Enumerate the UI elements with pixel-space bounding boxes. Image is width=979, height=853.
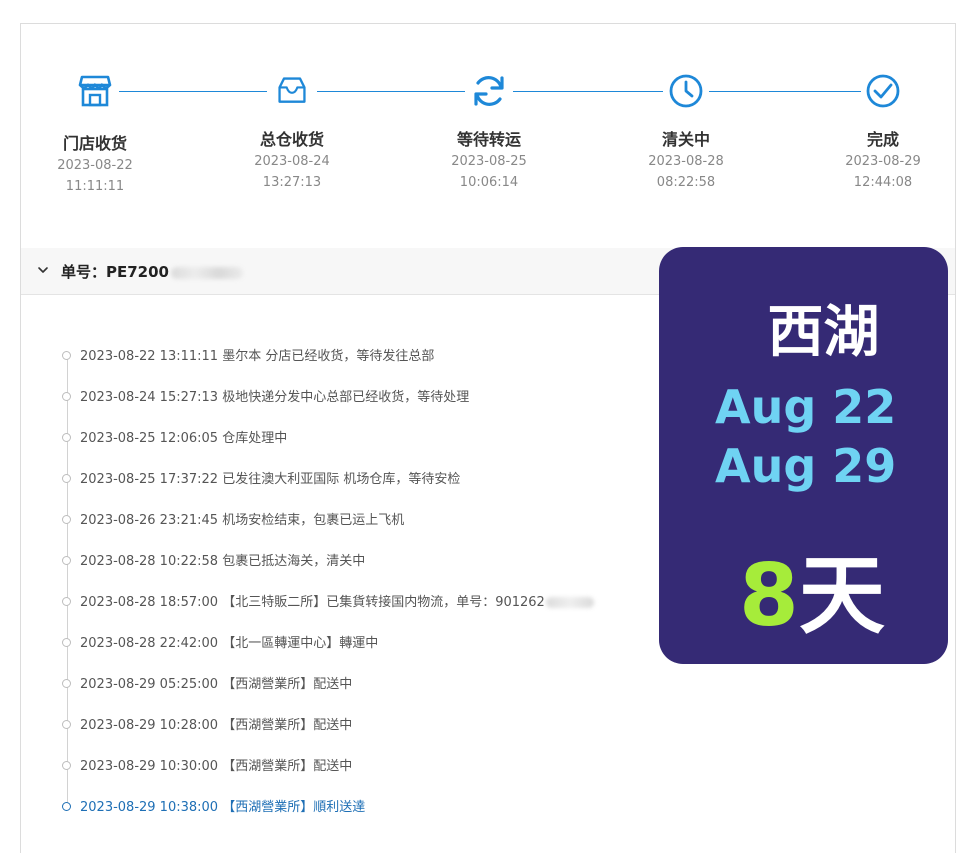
step-time: 08:22:58 (656, 175, 716, 190)
step-time: 13:27:13 (262, 175, 322, 190)
step-label: 等待转运 (456, 130, 521, 149)
refresh-icon (474, 76, 504, 106)
timeline-dot (62, 515, 71, 524)
timeline-event: 2023-08-28 22:42:00 【北一區轉運中心】轉運中 (21, 631, 661, 655)
timeline-event: 2023-08-29 10:30:00 【西湖營業所】配送中 (21, 754, 661, 778)
event-text: 2023-08-28 18:57:00 【北三特販二所】已集貨转接国内物流，单号… (80, 591, 594, 610)
event-text-content: 2023-08-28 18:57:00 【北三特販二所】已集貨转接国内物流，单号… (80, 595, 545, 610)
timeline-dot (62, 761, 71, 770)
badge-start-date: Aug 22 (715, 380, 897, 434)
event-text: 2023-08-25 17:37:22 已发往澳大利亚国际 机场仓库，等待安检 (80, 472, 461, 487)
event-text: 2023-08-29 10:30:00 【西湖營業所】配送中 (80, 759, 353, 774)
event-text: 2023-08-22 13:11:11 墨尔本 分店已经收货，等待发往总部 (80, 349, 435, 364)
step-date: 2023-08-29 (845, 154, 921, 169)
event-text: 2023-08-29 10:38:00 【西湖營業所】順利送達 (80, 800, 366, 815)
redacted-text (545, 597, 594, 608)
timeline-event: 2023-08-24 15:27:13 极地快递分发中心总部已经收货，等待处理 (21, 385, 661, 409)
chevron-down-icon[interactable] (36, 263, 50, 277)
event-text: 2023-08-26 23:21:45 机场安检结束，包裹已运上飞机 (80, 513, 405, 528)
event-text: 2023-08-24 15:27:13 极地快递分发中心总部已经收货，等待处理 (80, 390, 470, 405)
clock-icon (669, 74, 703, 108)
timeline-event: 2023-08-22 13:11:11 墨尔本 分店已经收货，等待发往总部 (21, 344, 661, 368)
timeline-event: 2023-08-28 18:57:00 【北三特販二所】已集貨转接国内物流，单号… (21, 590, 661, 614)
timeline-dot (62, 433, 71, 442)
delivery-summary-badge: 西湖 Aug 22 Aug 29 8天 (659, 247, 948, 664)
event-text: 2023-08-28 10:22:58 包裹已抵达海关，清关中 (80, 554, 366, 569)
event-text: 2023-08-29 05:25:00 【西湖營業所】配送中 (80, 677, 353, 692)
event-text: 2023-08-28 22:42:00 【北一區轉運中心】轉運中 (80, 636, 379, 651)
step-time: 12:44:08 (853, 175, 913, 190)
step-label: 清关中 (661, 130, 710, 149)
timeline-event: 2023-08-28 10:22:58 包裹已抵达海关，清关中 (21, 549, 661, 573)
step-label: 完成 (866, 130, 899, 149)
timeline-event: 2023-08-25 12:06:05 仓库处理中 (21, 426, 661, 450)
badge-days-number: 8 (739, 546, 799, 646)
timeline-dot (62, 474, 71, 483)
redacted-text (171, 266, 243, 279)
timeline-event: 2023-08-25 17:37:22 已发往澳大利亚国际 机场仓库，等待安检 (21, 467, 661, 491)
timeline-event: 2023-08-26 23:21:45 机场安检结束，包裹已运上飞机 (21, 508, 661, 532)
store-icon (78, 75, 112, 107)
timeline-dot (62, 720, 71, 729)
timeline-dot (62, 679, 71, 688)
badge-days-unit: 天 (798, 546, 885, 646)
badge-days: 8天 (739, 525, 885, 650)
order-number-text: 单号：PE7200 (61, 263, 169, 281)
timeline-dot (62, 556, 71, 565)
order-number: 单号：PE7200 (61, 261, 243, 282)
step-date: 2023-08-28 (648, 154, 724, 169)
event-text: 2023-08-29 10:28:00 【西湖營業所】配送中 (80, 718, 353, 733)
timeline-event: 2023-08-29 05:25:00 【西湖營業所】配送中 (21, 672, 661, 696)
timeline-dot (62, 597, 71, 606)
timeline-dot-current (62, 802, 71, 811)
timeline-event-current: 2023-08-29 10:38:00 【西湖營業所】順利送達 (21, 795, 661, 819)
badge-end-date: Aug 29 (715, 439, 897, 493)
step-time: 11:11:11 (65, 179, 125, 194)
step-label: 总仓收货 (259, 130, 324, 149)
timeline-line (66, 355, 68, 807)
step-label: 门店收货 (62, 134, 127, 153)
check-circle-icon (866, 74, 900, 108)
timeline-dot (62, 351, 71, 360)
step-connector (317, 91, 465, 92)
timeline-dot (62, 638, 71, 647)
timeline-event: 2023-08-29 10:28:00 【西湖營業所】配送中 (21, 713, 661, 737)
event-text: 2023-08-25 12:06:05 仓库处理中 (80, 431, 288, 446)
step-date: 2023-08-24 (254, 154, 330, 169)
step-connector (709, 91, 861, 92)
inbox-icon (278, 77, 306, 103)
timeline-dot (62, 392, 71, 401)
step-date: 2023-08-22 (57, 158, 133, 173)
step-connector (513, 91, 663, 92)
badge-city: 西湖 (767, 300, 880, 365)
step-connector (119, 91, 267, 92)
progress-steps: 门店收货 2023-08-22 11:11:11 总仓收货 2023-08-24… (21, 24, 955, 224)
step-time: 10:06:14 (459, 175, 519, 190)
step-date: 2023-08-25 (451, 154, 527, 169)
